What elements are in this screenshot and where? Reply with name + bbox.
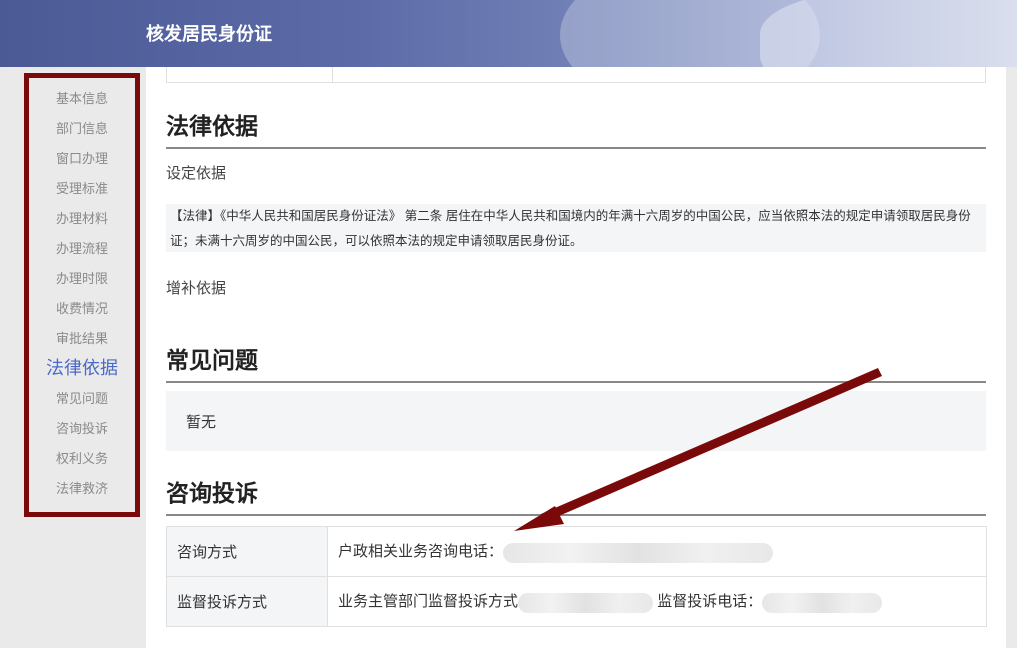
section-title-consult: 咨询投诉 bbox=[166, 474, 986, 516]
table-divider bbox=[332, 67, 333, 83]
sidebar-item-consult[interactable]: 咨询投诉 bbox=[29, 418, 135, 437]
consult-table: 咨询方式 户政相关业务咨询电话： 监督投诉方式 业务主管部门监督投诉方式 监督投… bbox=[166, 526, 987, 627]
consult-method-label: 咨询方式 bbox=[166, 526, 328, 577]
complaint-phone-text: 监督投诉电话： bbox=[657, 593, 763, 611]
sidebar-item-approval-result[interactable]: 审批结果 bbox=[29, 328, 135, 347]
page-title: 核发居民身份证 bbox=[146, 24, 272, 44]
complaint-method-label: 监督投诉方式 bbox=[166, 576, 328, 627]
sidebar-item-rights[interactable]: 权利义务 bbox=[29, 448, 135, 467]
sidebar-item-fees[interactable]: 收费情况 bbox=[29, 298, 135, 317]
consult-phone-text: 户政相关业务咨询电话： bbox=[338, 543, 504, 561]
section-title-legal-basis: 法律依据 bbox=[166, 107, 986, 149]
sidebar-item-remedy[interactable]: 法律救济 bbox=[29, 478, 135, 497]
sidebar-item-process[interactable]: 办理流程 bbox=[29, 238, 135, 257]
redacted-complaint-method bbox=[518, 592, 654, 613]
consult-method-value: 户政相关业务咨询电话： bbox=[327, 526, 987, 577]
sidebar-item-acceptance-standard[interactable]: 受理标准 bbox=[29, 178, 135, 197]
supplement-basis-label: 增补依据 bbox=[166, 280, 227, 297]
page-header: 核发居民身份证 bbox=[0, 0, 1017, 67]
faq-content: 暂无 bbox=[166, 391, 986, 451]
previous-section-table bbox=[166, 67, 986, 83]
sidebar-item-window-service[interactable]: 窗口办理 bbox=[29, 148, 135, 167]
complaint-method-value: 业务主管部门监督投诉方式 监督投诉电话： bbox=[327, 576, 987, 627]
sidebar-nav: 基本信息 部门信息 窗口办理 受理标准 办理材料 办理流程 办理时限 收费情况 … bbox=[24, 73, 140, 517]
sidebar-item-faq[interactable]: 常见问题 bbox=[29, 388, 135, 407]
sidebar-item-legal-basis[interactable]: 法律依据 bbox=[29, 354, 135, 380]
sidebar-item-department-info[interactable]: 部门信息 bbox=[29, 118, 135, 137]
header-decoration bbox=[760, 0, 1017, 67]
sidebar-item-time-limit[interactable]: 办理时限 bbox=[29, 268, 135, 287]
section-title-faq: 常见问题 bbox=[166, 341, 986, 383]
table-row: 监督投诉方式 业务主管部门监督投诉方式 监督投诉电话： bbox=[166, 576, 987, 627]
set-basis-label: 设定依据 bbox=[166, 165, 227, 182]
sidebar-item-materials[interactable]: 办理材料 bbox=[29, 208, 135, 227]
table-row: 咨询方式 户政相关业务咨询电话： bbox=[166, 526, 987, 577]
redacted-phone bbox=[503, 542, 774, 563]
complaint-method-text: 业务主管部门监督投诉方式 bbox=[338, 593, 519, 611]
redacted-complaint-phone bbox=[762, 592, 883, 613]
main-content: 法律依据 设定依据 【法律】《中华人民共和国居民身份证法》 第二条 居住在中华人… bbox=[146, 67, 1006, 648]
sidebar-item-basic-info[interactable]: 基本信息 bbox=[29, 88, 135, 107]
set-basis-text: 【法律】《中华人民共和国居民身份证法》 第二条 居住在中华人民共和国境内的年满十… bbox=[166, 204, 986, 252]
